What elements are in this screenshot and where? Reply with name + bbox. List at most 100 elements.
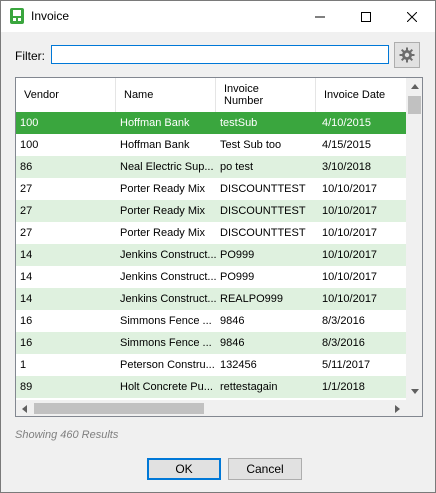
cell-invoice-date: 1/1/2018	[322, 381, 365, 393]
results-count: Showing 460 Results	[15, 429, 119, 441]
cell-invoice-date: 4/10/2015	[322, 117, 371, 129]
cell-vendor: 27	[20, 227, 33, 239]
sage-app-icon	[10, 8, 24, 24]
cell-name: Neal Electric Sup...	[120, 161, 214, 173]
cell-vendor: 14	[20, 293, 33, 305]
table-row[interactable]: 86 Neal Electric Sup... po test 3/10/2018	[16, 156, 406, 178]
invoice-dialog: Invoice Filter: Vendor Name Invoice Numb…	[0, 0, 436, 493]
cell-vendor: 16	[20, 337, 33, 349]
cell-name: Porter Ready Mix	[120, 227, 205, 239]
cell-invoice-number: DISCOUNTTEST	[220, 183, 306, 195]
window-title: Invoice	[31, 9, 70, 23]
cell-vendor: 86	[20, 161, 33, 173]
cell-invoice-date: 5/11/2017	[322, 359, 371, 371]
table-row[interactable]: 27 Porter Ready Mix DISCOUNTTEST 10/10/2017	[16, 178, 406, 200]
cell-name: Porter Ready Mix	[120, 205, 205, 217]
cell-vendor: 16	[20, 315, 33, 327]
cell-invoice-number: 9846	[220, 315, 245, 327]
cell-invoice-number: DISCOUNTTEST	[220, 227, 306, 239]
table-row[interactable]: 100 Hoffman Bank Test Sub too 4/15/2015	[16, 134, 406, 156]
table-row[interactable]: 14 Jenkins Construct... REALPO999 10/10/201…	[16, 288, 406, 310]
cell-invoice-number: 132456	[220, 359, 257, 371]
close-icon	[407, 11, 417, 22]
cell-invoice-date: 10/10/2017	[322, 271, 378, 283]
cell-invoice-date: 10/10/2017	[322, 183, 378, 195]
table-row[interactable]: 14 Jenkins Construct... PO999 10/10/2017	[16, 266, 406, 288]
table-row[interactable]: 89 Holt Concrete Pu... rettestagain 1/1/201…	[16, 376, 406, 398]
minimize-icon	[315, 16, 325, 17]
chevron-right-icon	[395, 404, 400, 413]
table-row[interactable]: 27 Porter Ready Mix DISCOUNTTEST 10/10/2017	[16, 200, 406, 222]
vertical-scroll-thumb[interactable]	[408, 96, 421, 114]
cell-invoice-date: 10/10/2017	[322, 227, 378, 239]
chevron-left-icon	[22, 404, 27, 413]
vertical-scrollbar[interactable]	[406, 78, 422, 400]
cell-invoice-date: 10/10/2017	[322, 249, 378, 261]
cell-vendor: 100	[20, 117, 39, 129]
cell-invoice-number: rettestagain	[220, 381, 278, 393]
minimize-button[interactable]	[297, 1, 343, 32]
horizontal-scrollbar[interactable]	[16, 400, 406, 416]
cell-invoice-number: DISCOUNTTEST	[220, 205, 306, 217]
column-header-invoice-number[interactable]: Invoice Number	[216, 78, 316, 112]
chevron-down-icon	[410, 389, 419, 394]
cell-vendor: 1	[20, 359, 27, 371]
cell-name: Jenkins Construct...	[120, 249, 216, 261]
cell-invoice-number: PO999	[220, 271, 255, 283]
invoice-grid[interactable]: Vendor Name Invoice Number Invoice Date …	[15, 77, 423, 417]
table-row[interactable]: 27 Porter Ready Mix DISCOUNTTEST 10/10/2017	[16, 222, 406, 244]
table-row[interactable]: 16 Simmons Fence ... 9846 8/3/2016	[16, 310, 406, 332]
cell-name: Simmons Fence ...	[120, 337, 212, 349]
table-row[interactable]: 1 Peterson Constru... 132456 5/11/2017	[16, 354, 406, 376]
cell-name: Holt Concrete Pu...	[120, 381, 213, 393]
cell-invoice-date: 10/10/2017	[322, 293, 378, 305]
grid-header: Vendor Name Invoice Number Invoice Date	[16, 78, 406, 113]
filter-settings-button[interactable]	[394, 42, 420, 68]
cell-vendor: 14	[20, 271, 33, 283]
cell-name: Jenkins Construct...	[120, 271, 216, 283]
cell-invoice-date: 8/3/2016	[322, 337, 365, 349]
table-row[interactable]: 100 Hoffman Bank testSub 4/10/2015	[16, 112, 406, 134]
title-bar[interactable]: Invoice	[1, 1, 435, 32]
scroll-up-button[interactable]	[406, 78, 422, 95]
maximize-button[interactable]	[343, 1, 389, 32]
scrollbar-corner	[406, 400, 422, 416]
column-header-name[interactable]: Name	[116, 78, 216, 112]
scroll-left-button[interactable]	[16, 400, 33, 416]
cell-invoice-date: 3/10/2018	[322, 161, 371, 173]
cell-name: Hoffman Bank	[120, 117, 190, 129]
gear-icon	[399, 47, 415, 63]
cell-vendor: 89	[20, 381, 33, 393]
cell-invoice-number: Test Sub too	[220, 139, 282, 151]
cell-vendor: 27	[20, 183, 33, 195]
cell-name: Simmons Fence ...	[120, 315, 212, 327]
table-row[interactable]: 14 Jenkins Construct... PO999 10/10/2017	[16, 244, 406, 266]
cell-invoice-date: 4/15/2015	[322, 139, 371, 151]
cell-invoice-date: 10/10/2017	[322, 205, 378, 217]
filter-input[interactable]	[51, 45, 389, 64]
cell-invoice-number: po test	[220, 161, 254, 173]
cell-invoice-number: 9846	[220, 337, 245, 349]
cell-invoice-date: 8/3/2016	[322, 315, 365, 327]
cell-name: Porter Ready Mix	[120, 183, 205, 195]
filter-label: Filter:	[15, 49, 45, 63]
cell-name: Jenkins Construct...	[120, 293, 216, 305]
table-row[interactable]: 16 Simmons Fence ... 9846 8/3/2016	[16, 332, 406, 354]
horizontal-scroll-thumb[interactable]	[34, 403, 204, 414]
chevron-up-icon	[410, 84, 419, 89]
cell-invoice-number: PO999	[220, 249, 255, 261]
column-header-vendor[interactable]: Vendor	[16, 78, 116, 112]
cell-vendor: 14	[20, 249, 33, 261]
scroll-down-button[interactable]	[406, 383, 422, 400]
cell-name: Hoffman Bank	[120, 139, 190, 151]
cell-invoice-number: testSub	[220, 117, 258, 129]
cell-vendor: 100	[20, 139, 39, 151]
ok-button[interactable]: OK	[147, 458, 221, 480]
cell-invoice-number: REALPO999	[220, 293, 283, 305]
cell-vendor: 27	[20, 205, 33, 217]
column-header-invoice-date[interactable]: Invoice Date	[316, 78, 406, 112]
cancel-button[interactable]: Cancel	[228, 458, 302, 480]
scroll-right-button[interactable]	[389, 400, 406, 416]
maximize-icon	[361, 11, 371, 22]
close-button[interactable]	[389, 1, 435, 32]
